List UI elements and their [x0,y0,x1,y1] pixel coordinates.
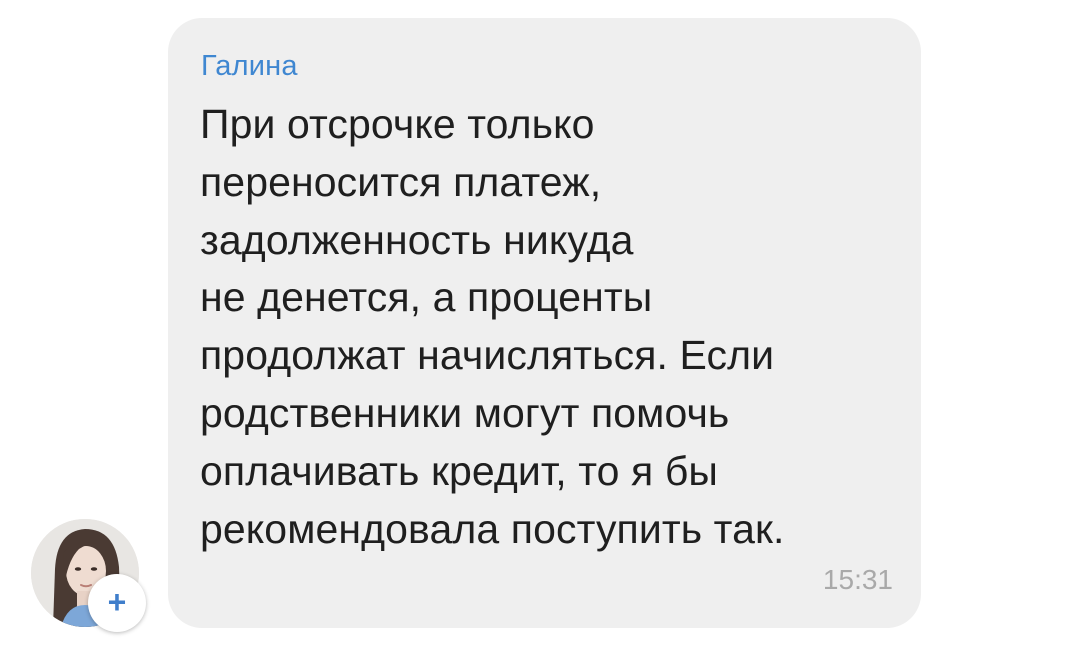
message-time: 15:31 [822,564,893,595]
sender-name[interactable]: Галина [201,50,298,83]
sender-avatar-container: + [31,519,146,632]
chat-thread: Галина При отсрочке только переносится п… [0,0,1080,652]
add-contact-button[interactable]: + [88,574,146,632]
message-text: При отсрочке только переносится платеж, … [200,101,785,552]
message-bubble[interactable]: Галина При отсрочке только переносится п… [168,18,921,628]
plus-icon: + [107,584,127,620]
